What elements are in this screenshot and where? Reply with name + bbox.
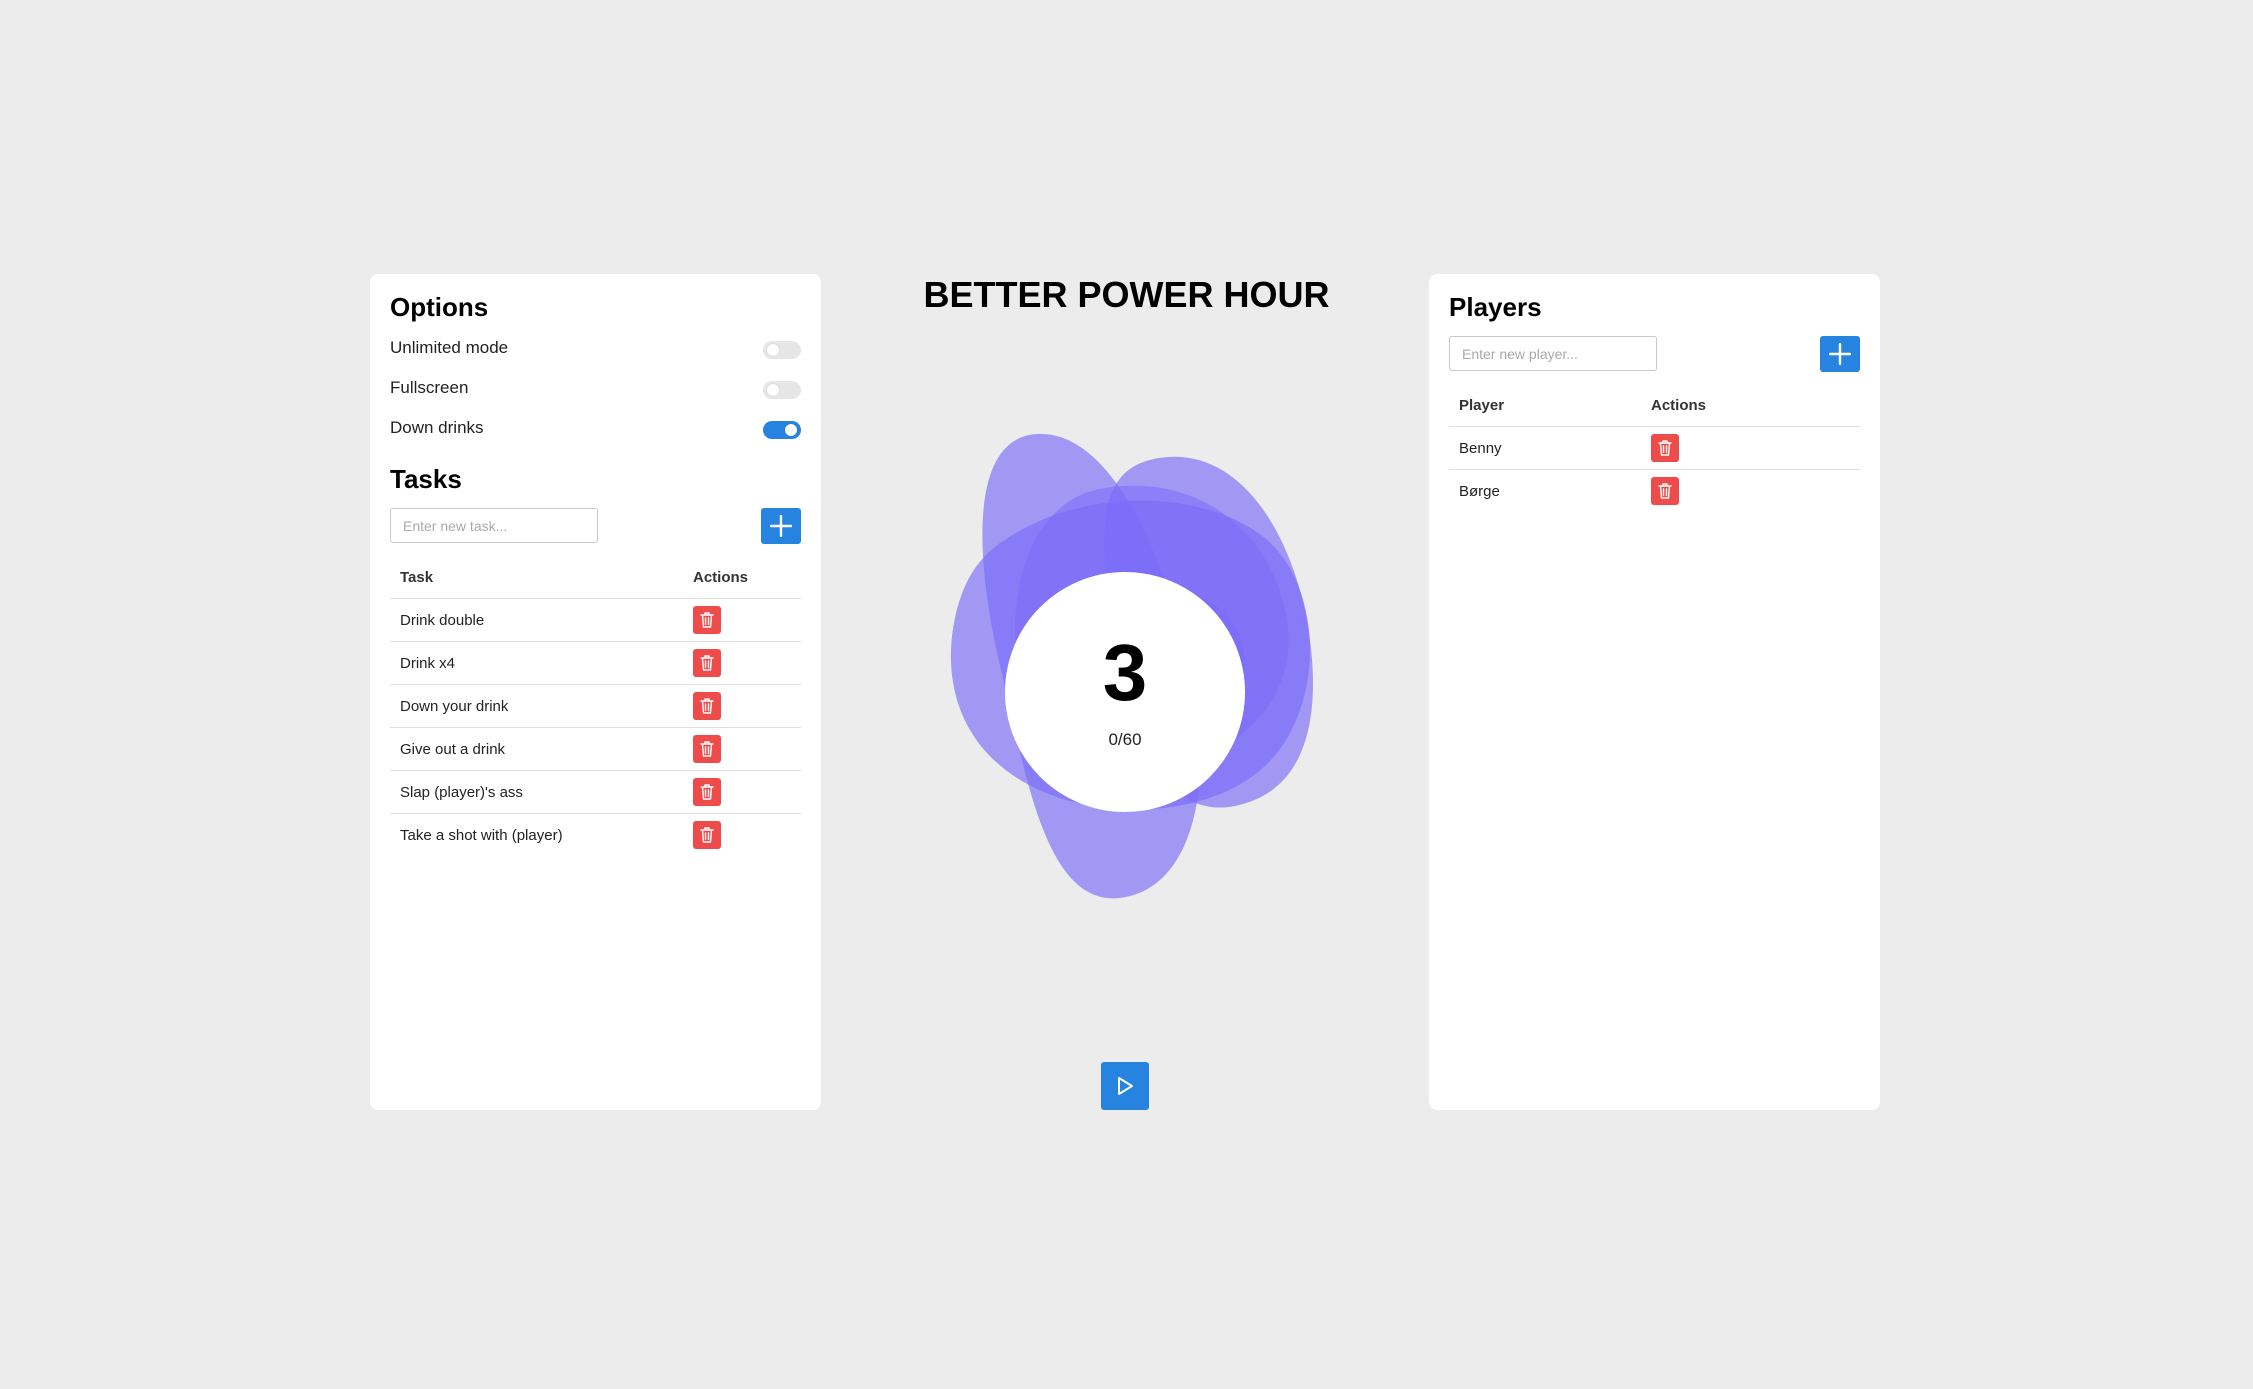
tasks-table-body: Drink double Drink x4 Down your drink Give … bbox=[390, 598, 801, 857]
task-row-actions bbox=[683, 770, 801, 814]
delete-player-row-button[interactable] bbox=[1651, 477, 1679, 505]
play-button[interactable] bbox=[1101, 1062, 1149, 1110]
add-task-button[interactable] bbox=[761, 508, 801, 544]
player-column-header: Player bbox=[1449, 384, 1641, 427]
tasks-title: Tasks bbox=[390, 464, 462, 494]
trash-icon bbox=[700, 698, 714, 714]
player-row: Benny bbox=[1449, 426, 1860, 470]
player-row-actions bbox=[1641, 426, 1860, 470]
player-input[interactable] bbox=[1449, 336, 1657, 371]
delete-task-row-button[interactable] bbox=[693, 821, 721, 849]
options-tasks-panel: Options Unlimited mode Fullscreen Down d… bbox=[370, 274, 821, 1110]
task-row: Down your drink bbox=[390, 684, 801, 728]
task-row-name: Drink double bbox=[390, 598, 683, 642]
task-row-name: Drink x4 bbox=[390, 641, 683, 685]
task-row-actions bbox=[683, 641, 801, 685]
player-row-name: Benny bbox=[1449, 426, 1641, 470]
toggle-knob bbox=[785, 424, 797, 436]
task-row-actions bbox=[683, 598, 801, 642]
tasks-table: Task Actions Drink double Drink x4 Down yo… bbox=[390, 556, 801, 856]
delete-task-row-button[interactable] bbox=[693, 735, 721, 763]
add-task-row bbox=[390, 508, 801, 544]
delete-task-row-button[interactable] bbox=[693, 606, 721, 634]
tasks-table-header: Task Actions bbox=[390, 556, 801, 599]
app-title: BETTER POWER HOUR bbox=[923, 274, 1330, 315]
player-row: Børge bbox=[1449, 470, 1860, 513]
add-player-row bbox=[1449, 336, 1860, 372]
delete-task-row-button[interactable] bbox=[693, 778, 721, 806]
task-row-actions bbox=[683, 684, 801, 728]
add-player-button[interactable] bbox=[1820, 336, 1860, 372]
actions-column-header: Actions bbox=[1641, 384, 1860, 427]
plus-icon bbox=[1829, 343, 1851, 365]
task-row-name: Down your drink bbox=[390, 684, 683, 728]
task-row-actions bbox=[683, 814, 801, 857]
option-down-drinks: Down drinks bbox=[390, 408, 801, 448]
task-row: Drink x4 bbox=[390, 641, 801, 685]
fullscreen-toggle[interactable] bbox=[763, 381, 801, 399]
players-table: Player Actions Benny Børge bbox=[1449, 384, 1860, 512]
option-label: Fullscreen bbox=[390, 378, 469, 397]
option-unlimited-mode: Unlimited mode bbox=[390, 328, 801, 368]
task-row-name: Give out a drink bbox=[390, 727, 683, 771]
trash-icon bbox=[700, 784, 714, 800]
players-title: Players bbox=[1449, 292, 1542, 322]
task-row: Give out a drink bbox=[390, 727, 801, 771]
trash-icon bbox=[700, 655, 714, 671]
player-row-actions bbox=[1641, 470, 1860, 513]
task-input[interactable] bbox=[390, 508, 598, 543]
timer-count: 3 bbox=[1102, 628, 1148, 717]
toggle-knob bbox=[767, 344, 779, 356]
actions-column-header: Actions bbox=[683, 556, 801, 599]
task-row-actions bbox=[683, 727, 801, 771]
task-row: Take a shot with (player) bbox=[390, 814, 801, 857]
plus-icon bbox=[770, 515, 792, 537]
unlimited-mode-toggle[interactable] bbox=[763, 341, 801, 359]
option-fullscreen: Fullscreen bbox=[390, 368, 801, 408]
task-column-header: Task bbox=[390, 556, 683, 599]
task-row-name: Take a shot with (player) bbox=[400, 826, 563, 844]
trash-icon bbox=[700, 827, 714, 843]
option-label: Unlimited mode bbox=[390, 338, 509, 357]
down-drinks-toggle[interactable] bbox=[763, 421, 801, 439]
trash-icon bbox=[700, 741, 714, 757]
delete-player-row-button[interactable] bbox=[1651, 434, 1679, 462]
players-table-body: Benny Børge bbox=[1449, 426, 1860, 513]
players-panel: Players Player Actions Benny Børge bbox=[1429, 274, 1880, 1110]
trash-icon bbox=[700, 612, 714, 628]
delete-task-row-button[interactable] bbox=[693, 692, 721, 720]
play-icon bbox=[1118, 1077, 1133, 1095]
players-table-header: Player Actions bbox=[1449, 384, 1860, 427]
task-row-name: Slap (player)'s ass bbox=[390, 770, 683, 814]
task-row: Drink double bbox=[390, 598, 801, 642]
trash-icon bbox=[1658, 483, 1672, 499]
task-row: Slap (player)'s ass bbox=[390, 770, 801, 814]
toggle-knob bbox=[767, 384, 779, 396]
trash-icon bbox=[1658, 440, 1672, 456]
options-list: Unlimited mode Fullscreen Down drinks bbox=[390, 328, 801, 448]
delete-task-row-button[interactable] bbox=[693, 649, 721, 677]
timer-progress: 0/60 bbox=[1108, 730, 1142, 749]
player-row-name: Børge bbox=[1459, 482, 1500, 500]
option-label: Down drinks bbox=[390, 418, 484, 437]
